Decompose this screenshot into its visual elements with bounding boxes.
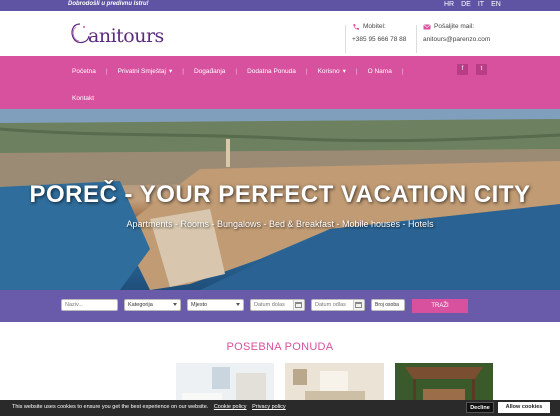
search-bar: Naziv... Kategorija Mjesto Datum dolas D… <box>0 290 560 322</box>
privacy-policy-link[interactable]: Privacy policy <box>252 404 286 410</box>
lang-de[interactable]: DE <box>461 1 471 8</box>
nav-separator: | <box>401 67 404 75</box>
logo[interactable]: anitours <box>68 19 164 53</box>
header-divider <box>416 25 417 53</box>
nav-item-label: Dodatna Ponuda <box>247 67 296 75</box>
chevron-down-icon: ▾ <box>168 68 173 75</box>
phone-label: Mobitel: <box>363 23 386 30</box>
main-nav: Početna | Privatni Smještaj ▾ | Događanja… <box>0 56 560 109</box>
datum-dolaska-placeholder: Datum dolas <box>254 302 285 308</box>
nav-item-label: Privatni Smještaj <box>117 67 166 75</box>
lang-en[interactable]: EN <box>491 1 501 8</box>
lang-it[interactable]: IT <box>478 1 484 8</box>
nav-item-label: Korisno <box>317 67 340 75</box>
nav-item-dogadanja[interactable]: Događanja <box>194 68 225 75</box>
calendar-icon[interactable] <box>353 300 364 310</box>
broj-osoba-value: Broj osoba <box>375 302 399 308</box>
header-divider <box>345 25 346 53</box>
kategorija-value: Kategorija <box>128 302 153 308</box>
mjesto-value: Mjesto <box>191 302 208 308</box>
contact-mail: Pošaljite mail: anitours@parenzo.com <box>423 20 490 46</box>
nav-item-pocetna[interactable]: Početna <box>72 68 96 75</box>
nav-separator: | <box>305 67 308 75</box>
datum-odlaska-placeholder: Datum odlas <box>315 302 346 308</box>
calendar-icon[interactable] <box>293 300 304 310</box>
datum-odlaska-input[interactable]: Datum odlas <box>311 299 365 311</box>
nav-separator: | <box>355 67 358 75</box>
contact-phone: Mobitel: +385 95 666 78 88 <box>352 20 406 46</box>
nav-item-label: Početna <box>72 67 96 75</box>
chevron-down-icon: ▾ <box>342 68 346 75</box>
nav-item-label: O Nama <box>367 67 392 75</box>
kategorija-select[interactable]: Kategorija <box>124 299 181 311</box>
naziv-placeholder: Naziv... <box>65 302 83 308</box>
nav-separator: | <box>105 67 108 75</box>
phone-value[interactable]: +385 95 666 78 88 <box>352 33 406 46</box>
cookie-policy-link[interactable]: Cookie policy <box>214 404 247 410</box>
lang-hr[interactable]: HR <box>444 1 454 8</box>
naziv-input[interactable]: Naziv... <box>61 299 118 311</box>
hero-title: POREČ - YOUR PERFECT VACATION CITY <box>29 181 531 208</box>
chevron-down-icon <box>173 303 177 306</box>
mail-value[interactable]: anitours@parenzo.com <box>423 33 490 46</box>
broj-osoba-select[interactable]: Broj osoba <box>371 299 405 311</box>
section-title: POSEBNA PONUDA <box>226 341 334 353</box>
twitter-icon[interactable]: t <box>476 64 487 75</box>
hero-subtitle: Apartments - Rooms - Bungalows - Bed & B… <box>126 219 434 229</box>
nav-separator: | <box>235 67 238 75</box>
nav-item-privatni-smjestaj[interactable]: Privatni Smještaj ▾ <box>117 67 173 76</box>
cookie-banner: This website uses cookies to ensure you … <box>0 400 560 416</box>
nav-item-korisno[interactable]: Korisno ▾ <box>317 67 346 76</box>
mail-label: Pošaljite mail: <box>434 23 475 30</box>
nav-item-o-nama[interactable]: O Nama <box>368 68 392 75</box>
search-button[interactable]: TRAŽI <box>412 299 468 313</box>
mjesto-select[interactable]: Mjesto <box>187 299 244 311</box>
facebook-icon[interactable]: f <box>457 64 468 75</box>
logo-text: anitours <box>88 25 164 47</box>
top-bar: Dobrodošli u predivnu Istru! HR DE IT EN <box>0 0 560 11</box>
datum-dolaska-input[interactable]: Datum dolas <box>250 299 305 311</box>
hero-banner: POREČ - YOUR PERFECT VACATION CITY Apart… <box>0 109 560 290</box>
phone-icon <box>353 23 359 30</box>
nav-item-label: Kontakt <box>72 94 95 102</box>
cookie-message-text: This website uses cookies to ensure you … <box>12 404 209 410</box>
mail-icon <box>423 23 431 29</box>
allow-cookies-button[interactable]: Allow cookies <box>498 402 550 413</box>
nav-item-label: Događanja <box>193 67 226 75</box>
chevron-down-icon <box>236 303 240 306</box>
header: anitours Mobitel: +385 95 666 78 88 Poša… <box>0 11 560 56</box>
cookie-message: This website uses cookies to ensure you … <box>12 404 286 410</box>
nav-item-kontakt[interactable]: Kontakt <box>72 95 94 102</box>
welcome-text: Dobrodošli u predivnu Istru! <box>68 1 149 7</box>
nav-item-dodatna-ponuda[interactable]: Dodatna Ponuda <box>247 68 296 75</box>
language-switcher: HR DE IT EN <box>444 1 501 8</box>
decline-cookies-button[interactable]: Decline <box>466 402 494 413</box>
nav-separator: | <box>182 67 184 75</box>
